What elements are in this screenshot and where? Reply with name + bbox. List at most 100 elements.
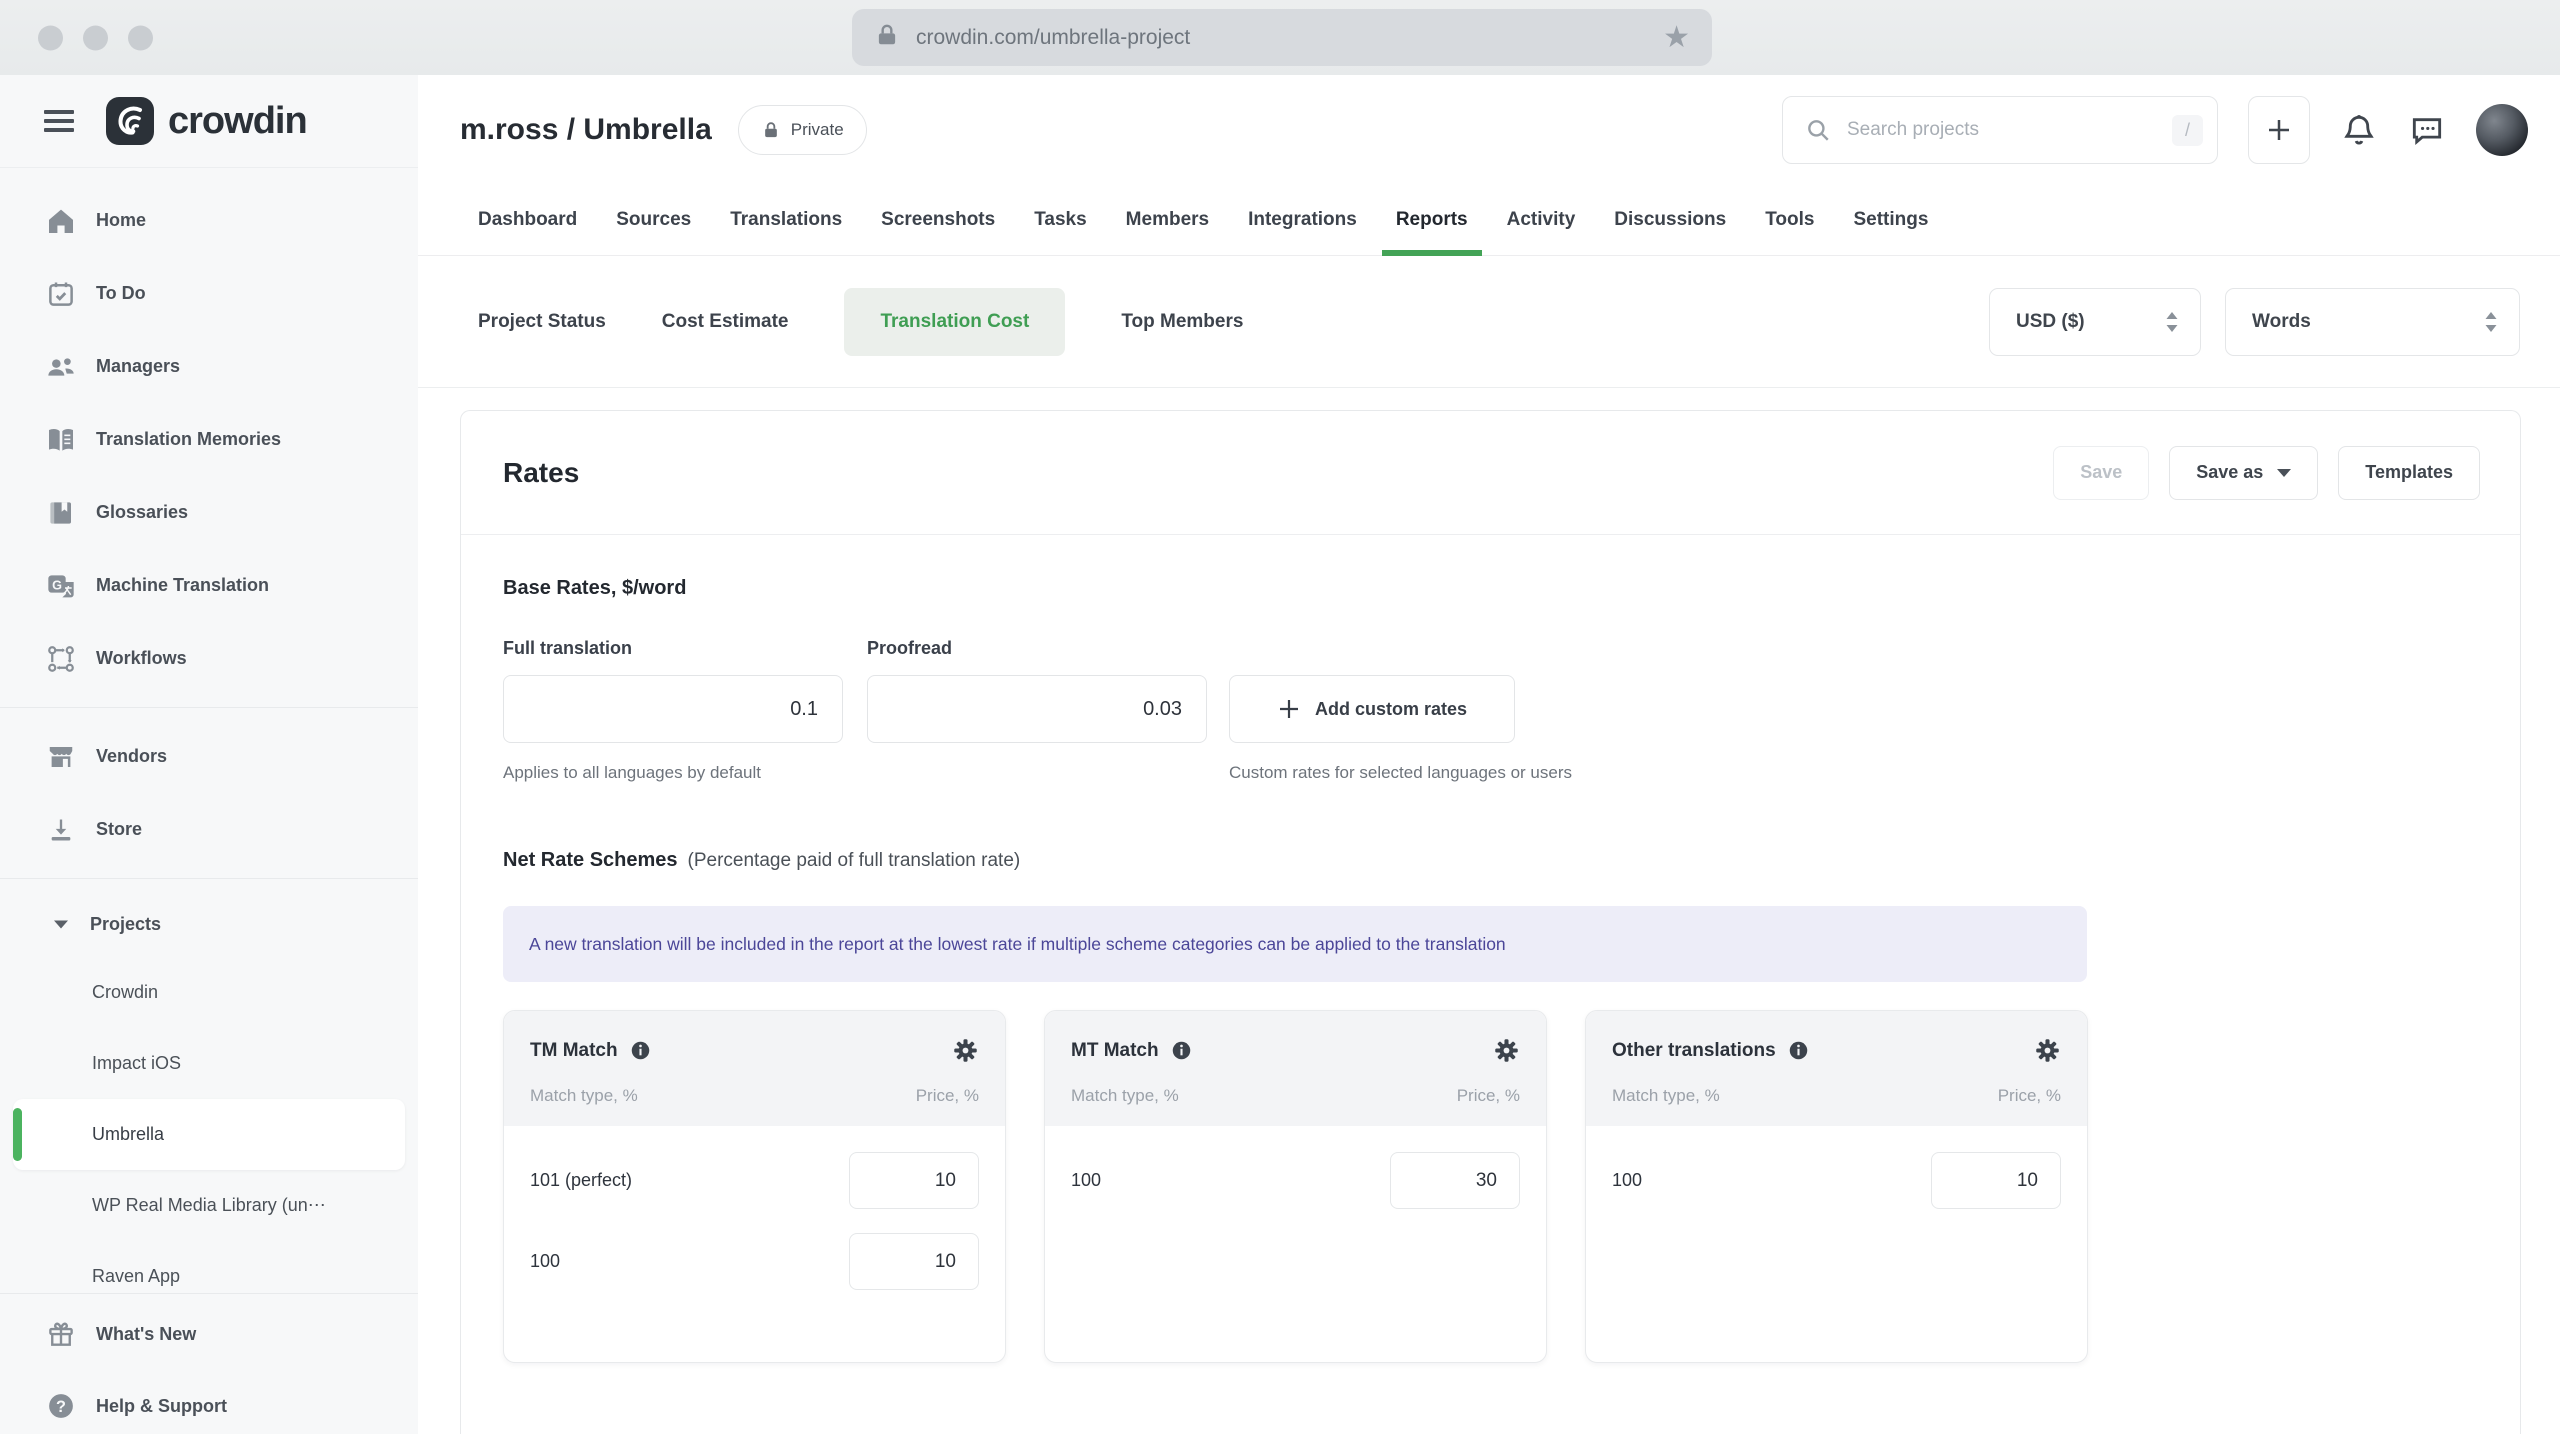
workflow-icon: [44, 644, 78, 674]
templates-button[interactable]: Templates: [2338, 445, 2480, 500]
info-icon[interactable]: [630, 1040, 651, 1061]
tm-100-price-input[interactable]: [849, 1233, 979, 1290]
save-as-label: Save as: [2196, 462, 2264, 482]
proofread-rate-input[interactable]: [867, 675, 1207, 743]
banner-text: A new translation will be included in th…: [529, 933, 1506, 954]
sidebar-item-store[interactable]: Store: [0, 793, 418, 866]
sidebar-item-machine-translation[interactable]: G Machine Translation: [0, 549, 418, 622]
sidebar-item-label: Help & Support: [96, 1395, 227, 1416]
rates-panel: Rates Save Save as Templates Base Rates,…: [460, 410, 2521, 1434]
tab-reports[interactable]: Reports: [1381, 185, 1482, 256]
tab-settings[interactable]: Settings: [1853, 185, 1928, 255]
sidebar-item-todo[interactable]: To Do: [0, 257, 418, 330]
page-title: m.ross / Umbrella: [460, 113, 712, 146]
search-input[interactable]: [1847, 119, 2156, 141]
download-icon: [44, 816, 78, 844]
scheme-row: 100: [530, 1233, 979, 1290]
sidebar-project-wp-real-media-library[interactable]: WP Real Media Library (un⋯: [0, 1170, 418, 1241]
sidebar-nav: Home To Do Managers Translation Memories…: [0, 168, 418, 1312]
messages-button[interactable]: [2408, 111, 2446, 149]
sidebar-project-impact-ios[interactable]: Impact iOS: [0, 1028, 418, 1099]
svg-text:?: ?: [56, 1398, 66, 1416]
net-rate-schemes-subtitle: (Percentage paid of full translation rat…: [687, 850, 1021, 871]
sidebar-item-glossaries[interactable]: Glossaries: [0, 476, 418, 549]
tm-101-price-input[interactable]: [849, 1152, 979, 1209]
todo-calendar-icon: [44, 279, 78, 309]
gear-icon[interactable]: [2034, 1037, 2061, 1064]
scheme-cards: TM Match Match type, % Price, % 101 (per…: [503, 1010, 2478, 1363]
tab-translations[interactable]: Translations: [730, 185, 842, 255]
privacy-badge: Private: [737, 105, 867, 155]
save-button[interactable]: Save: [2053, 445, 2150, 500]
window-zoom-button[interactable]: [128, 25, 153, 50]
user-avatar[interactable]: [2476, 104, 2528, 156]
net-rate-schemes-section: Net Rate Schemes (Percentage paid of full…: [461, 785, 2520, 1423]
sidebar-group-label: Projects: [90, 913, 162, 934]
card-header: TM Match Match type, % Price, %: [504, 1011, 1005, 1126]
subtab-project-status[interactable]: Project Status: [478, 311, 606, 333]
sidebar-item-help-support[interactable]: ? Help & Support: [0, 1370, 418, 1434]
lowest-rate-info-banner: A new translation will be included in th…: [503, 906, 2087, 982]
sidebar-item-label: Workflows: [96, 648, 187, 668]
sidebar-item-vendors[interactable]: Vendors: [0, 720, 418, 793]
notifications-bell-button[interactable]: [2340, 111, 2378, 149]
sidebar-item-label: Glossaries: [96, 502, 189, 522]
subtab-translation-cost[interactable]: Translation Cost: [844, 287, 1066, 356]
window-close-button[interactable]: [38, 25, 63, 50]
sidebar-item-home[interactable]: Home: [0, 184, 418, 257]
tab-members[interactable]: Members: [1126, 185, 1209, 255]
tab-integrations[interactable]: Integrations: [1248, 185, 1357, 255]
match-type-value: 100: [1071, 1170, 1102, 1190]
privacy-badge-label: Private: [790, 120, 844, 139]
sidebar-item-managers[interactable]: Managers: [0, 330, 418, 403]
sidebar-item-label: Machine Translation: [96, 575, 270, 595]
sidebar-project-crowdin[interactable]: Crowdin: [0, 957, 418, 1028]
gear-icon[interactable]: [1493, 1037, 1520, 1064]
info-icon[interactable]: [1171, 1040, 1192, 1061]
main-content: m.ross / Umbrella Private /: [418, 75, 2560, 1434]
sidebar-project-umbrella[interactable]: Umbrella: [13, 1099, 405, 1170]
match-type-column-label: Match type, %: [1612, 1086, 1720, 1105]
units-select[interactable]: Words: [2225, 287, 2520, 356]
window-controls: [38, 25, 153, 50]
managers-people-icon: [44, 351, 78, 383]
create-project-button[interactable]: [2248, 96, 2310, 164]
tab-sources[interactable]: Sources: [616, 185, 691, 255]
tab-discussions[interactable]: Discussions: [1614, 185, 1726, 255]
sidebar-item-workflows[interactable]: Workflows: [0, 622, 418, 695]
sidebar-item-whats-new[interactable]: What's New: [0, 1298, 418, 1370]
scheme-row: 100: [1612, 1152, 2061, 1209]
add-custom-rates-button[interactable]: Add custom rates: [1229, 675, 1515, 743]
rates-panel-header: Rates Save Save as Templates: [461, 411, 2520, 535]
crowdin-logo[interactable]: crowdin: [106, 97, 308, 145]
full-translation-rate-input[interactable]: [503, 675, 843, 743]
sidebar-footer: What's New ? Help & Support: [0, 1293, 418, 1434]
address-bar[interactable]: crowdin.com/umbrella-project ★: [852, 9, 1712, 66]
subtab-top-members[interactable]: Top Members: [1121, 311, 1243, 333]
tab-screenshots[interactable]: Screenshots: [881, 185, 995, 255]
sidebar-item-label: To Do: [96, 283, 146, 303]
bookmark-star-icon[interactable]: ★: [1663, 22, 1690, 53]
tab-tools[interactable]: Tools: [1765, 185, 1814, 255]
search-projects-box[interactable]: /: [1782, 96, 2218, 164]
currency-select[interactable]: USD ($): [1989, 287, 2201, 356]
app-shell: crowdin Home To Do Managers Translation …: [0, 75, 2560, 1434]
tab-tasks[interactable]: Tasks: [1034, 185, 1086, 255]
other-100-price-input[interactable]: [1931, 1152, 2061, 1209]
sidebar-group-projects[interactable]: Projects: [0, 891, 418, 957]
info-icon[interactable]: [1788, 1040, 1809, 1061]
card-header: Other translations Match type, % Price, …: [1586, 1011, 2087, 1126]
subtab-cost-estimate[interactable]: Cost Estimate: [662, 311, 789, 333]
gear-icon[interactable]: [952, 1037, 979, 1064]
base-rates-help: Applies to all languages by default: [503, 763, 762, 782]
hamburger-menu-icon[interactable]: [44, 107, 78, 135]
save-as-button[interactable]: Save as: [2169, 445, 2319, 500]
url-text: crowdin.com/umbrella-project: [916, 25, 1191, 49]
tab-dashboard[interactable]: Dashboard: [478, 185, 577, 255]
mt-100-price-input[interactable]: [1390, 1152, 1520, 1209]
project-label: Raven App: [92, 1266, 181, 1286]
sidebar-item-translation-memories[interactable]: Translation Memories: [0, 403, 418, 476]
window-minimize-button[interactable]: [83, 25, 108, 50]
tab-activity[interactable]: Activity: [1507, 185, 1576, 255]
svg-text:G: G: [52, 578, 62, 592]
